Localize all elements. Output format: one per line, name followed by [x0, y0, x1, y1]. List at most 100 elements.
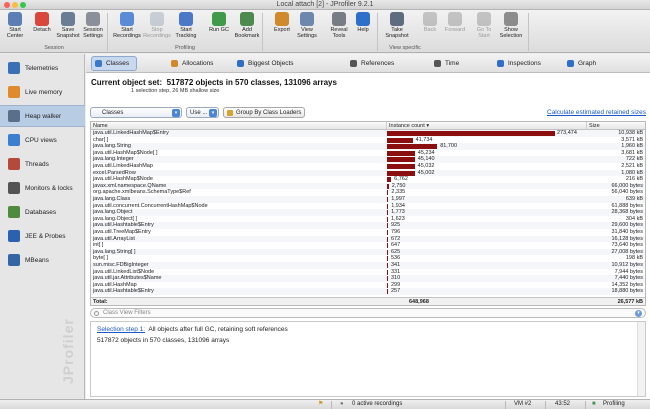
table-row[interactable]: java.lang.String[ ] 625 27,008 bytes [91, 248, 645, 256]
sidebar-item-monitors-locks[interactable]: Monitors & locks [0, 177, 85, 199]
sidebar-item-label: Databases [25, 208, 57, 216]
detach-icon [35, 12, 49, 26]
forward-button[interactable]: Forward [441, 12, 469, 33]
toolbar-button-label: Stop Recordings [143, 27, 171, 39]
export-button[interactable]: Export [268, 12, 296, 33]
sidebar-item-live-memory[interactable]: Live memory [0, 81, 85, 103]
sidebar-item-label: Live memory [25, 88, 63, 96]
tab-inspections-icon [497, 60, 504, 67]
window-title: Local attach [2] - JProfiler 9.2.1 [276, 1, 374, 8]
tab-graph[interactable]: Graph [564, 56, 604, 71]
sidebar-item-databases[interactable]: Databases [0, 201, 85, 223]
detach-button[interactable]: Detach [28, 12, 56, 33]
bookmark-flag-icon[interactable]: ⚑ [318, 400, 323, 409]
table-row[interactable]: java.lang.String 81,700 1,960 kB [91, 143, 645, 150]
group-by-class-loaders-button[interactable]: Group By Class Loaders [223, 107, 306, 118]
go-to-start-button[interactable]: Go To Start [470, 12, 498, 39]
instance-count: 2,335 [391, 189, 406, 196]
back-button[interactable]: Back [416, 12, 444, 33]
tab-time[interactable]: Time [431, 56, 467, 71]
instance-count: 796 [391, 229, 401, 235]
table-row[interactable]: java.lang.Integer 45,140 722 kB [91, 156, 645, 163]
shallow-size: 61,888 bytes [611, 202, 644, 209]
start-recordings-button[interactable]: Start Recordings [113, 12, 141, 39]
start-center-icon [8, 12, 22, 26]
selection-step-link[interactable]: Selection step 1: [97, 326, 145, 333]
sidebar-item-mbeans[interactable]: MBeans [0, 249, 85, 271]
help-button[interactable]: Help [349, 12, 377, 33]
filter-options-icon[interactable]: ▾ [635, 310, 642, 317]
table-row[interactable]: java.lang.Object 1,773 28,368 bytes [91, 209, 645, 216]
instance-count-bar [387, 150, 415, 156]
session-settings-button[interactable]: Session Settings [79, 12, 107, 39]
column-header-name[interactable]: Name [91, 122, 387, 130]
table-row[interactable]: excel.ParsedRow 45,002 1,080 kB [91, 169, 645, 177]
table-row[interactable]: java.util.concurrent.ConcurrentHashMap$N… [91, 202, 645, 210]
start-tracking-button[interactable]: Start Tracking [172, 12, 200, 39]
table-body: java.util.LinkedHashMap$Entry 273,474 10,9… [91, 130, 645, 298]
total-size: 26,577 kB [617, 299, 643, 305]
table-row[interactable]: java.util.Hashtable$Entry 925 29,600 bytes [91, 222, 645, 229]
tab-allocations[interactable]: Allocations [168, 56, 218, 71]
instance-count-bar [387, 249, 388, 255]
take-snapshot-button[interactable]: Take Snapshot [383, 12, 411, 39]
view-select[interactable]: Classes ▾ [90, 107, 182, 118]
class-name: java.util.jar.Attributes$Name [93, 275, 162, 282]
tab-label: Time [445, 60, 460, 67]
table-row[interactable]: char[ ] 41,734 3,571 kB [91, 136, 645, 144]
instance-count-bar [387, 243, 388, 249]
table-row[interactable]: java.util.HashMap$Node 6,762 216 kB [91, 176, 645, 183]
table-row[interactable]: byte[ ] 536 198 kB [91, 255, 645, 262]
class-name: org.apache.xmlbeans.SchemaType$Ref [93, 189, 191, 196]
table-row[interactable]: java.util.jar.Attributes$Name 310 7,440 by… [91, 275, 645, 282]
sidebar-item-heap-walker[interactable]: Heap walker [0, 105, 85, 127]
selection-info-panel: Selection step 1: All objects after full… [90, 321, 646, 397]
class-name: char[ ] [93, 136, 109, 143]
instance-count-bar [387, 216, 388, 222]
start-center-button[interactable]: Start Center [1, 12, 29, 39]
add-bookmark-icon [240, 12, 254, 26]
table-row[interactable]: java.lang.Class 1,997 639 kB [91, 196, 645, 203]
column-header-size[interactable]: Size [587, 122, 645, 130]
instance-count-bar [387, 170, 415, 176]
class-view-filter-input[interactable]: Class View Filters ▾ [90, 308, 646, 318]
sidebar-item-telemetries[interactable]: Telemetries [0, 57, 85, 79]
tab-classes[interactable]: Classes [91, 56, 137, 71]
view-settings-button[interactable]: View Settings [293, 12, 321, 39]
table-row[interactable]: java.util.HashMap 299 14,352 bytes [91, 282, 645, 289]
run-gc-button[interactable]: Run GC [205, 12, 233, 33]
class-name: java.util.HashMap$Node [93, 176, 153, 183]
instance-count: 2,750 [391, 182, 406, 189]
table-row[interactable]: java.util.LinkedHashMap 45,032 2,521 kB [91, 163, 645, 170]
table-row[interactable]: java.util.ArrayList 672 16,128 bytes [91, 235, 645, 243]
table-row[interactable]: java.util.LinkedList$Node 331 7,944 bytes [91, 269, 645, 276]
tab-biggest-objects[interactable]: Biggest Objects [234, 56, 296, 71]
class-name: java.lang.Object[ ] [93, 215, 138, 222]
table-row[interactable]: java.lang.Object[ ] 1,623 304 kB [91, 215, 645, 223]
tab-inspections[interactable]: Inspections [494, 56, 554, 71]
tab-references[interactable]: References [347, 56, 402, 71]
stop-recordings-button[interactable]: Stop Recordings [143, 12, 171, 39]
table-row[interactable]: java.util.TreeMap$Entry 796 31,840 bytes [91, 229, 645, 236]
column-header-instance-count[interactable]: Instance count ▾ [387, 122, 587, 130]
take-snapshot-icon [390, 12, 404, 26]
sidebar-item-threads[interactable]: Threads [0, 153, 85, 175]
table-row[interactable]: int[ ] 647 73,640 bytes [91, 242, 645, 249]
table-row[interactable]: java.util.LinkedHashMap$Entry 273,474 10,9… [91, 130, 645, 137]
info-scrollbar[interactable] [637, 322, 645, 396]
table-row[interactable]: javax.xml.namespace.QName 2,750 66,000 byt… [91, 182, 645, 190]
calculate-retained-sizes-link[interactable]: Calculate estimated retained sizes [547, 109, 646, 116]
total-count: 648,968 [409, 299, 429, 305]
use-select[interactable]: Use ... ▾ [186, 107, 219, 118]
table-row[interactable]: java.util.HashMap$Node[ ] 45,234 3,681 kB [91, 150, 645, 157]
table-row[interactable]: java.util.Hashtable$Entry 257 18,880 bytes [91, 288, 645, 295]
heap-walker-icon [8, 110, 20, 122]
sidebar-item-jee-probes[interactable]: JEE & Probes [0, 225, 85, 247]
show-selection-button[interactable]: Show Selection [497, 12, 525, 39]
save-snapshot-button[interactable]: Save Snapshot [54, 12, 82, 39]
instance-count-bar [387, 289, 388, 295]
table-row[interactable]: org.apache.xmlbeans.SchemaType$Ref 2,335 5… [91, 189, 645, 196]
add-bookmark-button[interactable]: Add Bookmark [233, 12, 261, 39]
sidebar-item-cpu-views[interactable]: CPU views [0, 129, 85, 151]
table-row[interactable]: sun.misc.FDBigInteger 341 10,912 bytes [91, 262, 645, 269]
